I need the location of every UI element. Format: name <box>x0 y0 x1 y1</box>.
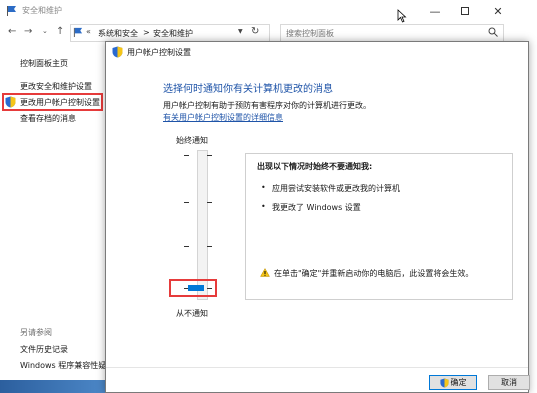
ok-button-label: 确定 <box>450 378 467 387</box>
sidebar-home-link[interactable]: 控制面板主页 <box>20 58 68 69</box>
footer-divider <box>106 367 528 368</box>
slider-tick <box>207 155 212 156</box>
dialog-description: 用户帐户控制有助于预防有害程序对你的计算机进行更改。 <box>163 101 371 110</box>
search-placeholder: 搜索控制面板 <box>286 29 334 38</box>
cancel-button-label: 取消 <box>501 378 517 387</box>
maximize-button[interactable] <box>450 0 480 22</box>
breadcrumb-separator: > <box>143 28 150 37</box>
slider-tick <box>184 202 189 203</box>
breadcrumb-security-maintenance[interactable]: 安全和维护 <box>153 28 193 39</box>
info-bullet: 应用尝试安装软件或更改我的计算机 <box>272 184 400 193</box>
uac-slider-track[interactable] <box>197 150 208 300</box>
close-button[interactable]: ✕ <box>483 0 513 22</box>
dialog-title: 用户帐户控制设置 <box>127 48 191 57</box>
info-bullet: 我更改了 Windows 设置 <box>272 203 361 212</box>
cancel-button[interactable]: 取消 <box>488 375 530 390</box>
taskbar-strip <box>0 380 106 393</box>
minimize-button[interactable]: — <box>420 0 450 22</box>
uac-settings-dialog: 用户帐户控制设置 选择何时通知你有关计算机更改的消息 用户帐户控制有助于预防有害… <box>105 41 530 393</box>
highlight-box <box>2 93 103 111</box>
up-arrow-icon[interactable]: ↑ <box>56 26 64 37</box>
warning-icon <box>260 268 270 277</box>
window-title: 安全和维护 <box>22 6 62 15</box>
flag-icon <box>7 6 16 16</box>
maximize-icon <box>461 7 469 15</box>
forward-arrow-icon[interactable]: → <box>24 26 32 37</box>
back-arrow-icon[interactable]: ← <box>8 26 16 37</box>
dialog-title-bar: 用户帐户控制设置 <box>106 42 528 62</box>
slider-tick <box>184 246 189 247</box>
chevron-down-icon[interactable]: ▼ <box>238 28 243 35</box>
slider-tick <box>207 202 212 203</box>
recent-locations-icon[interactable]: ⌄ <box>42 27 48 35</box>
bullet-icon: • <box>261 183 266 192</box>
info-title: 出现以下情况时始终不要通知我: <box>257 162 373 171</box>
slider-tick <box>184 155 189 156</box>
ok-button[interactable]: 确定 <box>429 375 477 390</box>
refresh-icon[interactable]: ↻ <box>251 26 259 37</box>
bullet-icon: • <box>261 202 266 211</box>
restart-warning: 在单击"确定"并重新启动你的电脑后，此设置将会生效。 <box>274 269 474 278</box>
flag-icon <box>73 27 83 37</box>
see-also-heading: 另请参阅 <box>20 328 52 337</box>
sidebar-item-change-security-settings[interactable]: 更改安全和维护设置 <box>20 81 92 92</box>
slider-bottom-label: 从不通知 <box>176 309 208 318</box>
search-icon[interactable] <box>488 27 498 37</box>
see-also-file-history[interactable]: 文件历史记录 <box>20 344 68 355</box>
slider-tick <box>207 246 212 247</box>
dialog-heading: 选择何时通知你有关计算机更改的消息 <box>163 84 333 95</box>
highlight-box <box>169 279 217 297</box>
slider-top-label: 始终通知 <box>176 136 208 145</box>
uac-details-link[interactable]: 有关用户帐户控制设置的详细信息 <box>163 112 283 123</box>
sidebar-item-archived-messages[interactable]: 查看存档的消息 <box>20 113 76 124</box>
mouse-cursor-icon <box>397 9 407 23</box>
breadcrumb-system-security[interactable]: 系统和安全 <box>98 28 138 39</box>
breadcrumb-overflow-icon[interactable]: « <box>86 27 91 36</box>
shield-icon <box>439 378 449 387</box>
see-also-compatibility[interactable]: Windows 程序兼容性疑 <box>20 360 106 371</box>
shield-icon <box>112 46 123 58</box>
